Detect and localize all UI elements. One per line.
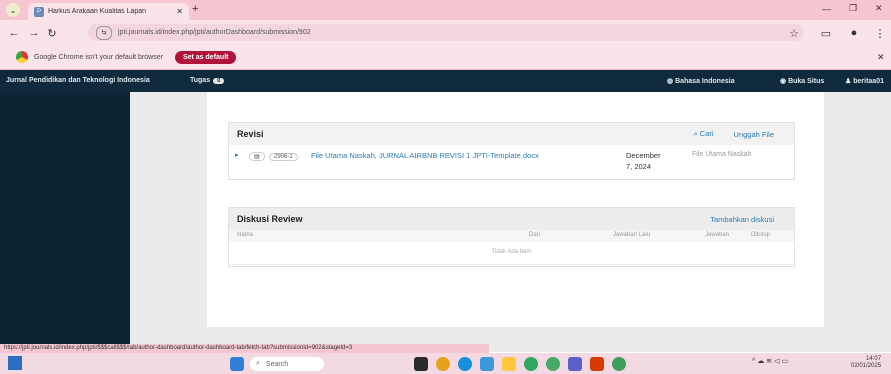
language-label: Bahasa Indonesia: [675, 78, 735, 85]
left-navigation: [0, 92, 130, 352]
close-tab-icon[interactable]: ✕: [176, 7, 183, 16]
globe-icon: ◍: [667, 78, 674, 85]
search-link[interactable]: ⌕ Cari: [693, 129, 713, 139]
expand-row-icon[interactable]: ▸: [235, 151, 239, 159]
file-date-month: December: [626, 151, 661, 160]
infobar-message: Google Chrome isn't your default browser: [34, 53, 163, 61]
reload-icon[interactable]: ↻: [44, 25, 60, 41]
site-favicon-icon: P: [34, 6, 44, 17]
new-tab-icon[interactable]: +: [192, 3, 198, 15]
maximize-icon[interactable]: ❐: [849, 3, 857, 14]
file-name-link[interactable]: File Utama Naskah, JURNAL AIRBNB REVISI …: [311, 151, 539, 160]
column-name: Nama: [237, 232, 254, 238]
search-icon: ⌕: [693, 129, 698, 138]
sidebar-icon[interactable]: ▭: [818, 25, 834, 41]
app-icon-3[interactable]: [590, 357, 604, 371]
revisions-grid: Revisi ⌕ Cari Unggah File ▸ ▤ 2906-1 Fil…: [228, 122, 795, 180]
user-menu[interactable]: ♟ beritaa01: [845, 77, 884, 85]
clock-time: 14:07: [866, 356, 882, 362]
file-id-chip: 2906-1: [269, 153, 298, 161]
whatsapp-icon[interactable]: [612, 357, 626, 371]
empty-message: Tidak Ada Item: [229, 242, 794, 265]
file-type-chip: ▤: [249, 152, 265, 161]
tab-search-icon[interactable]: ⌄: [6, 3, 20, 17]
revisions-header: Revisi ⌕ Cari Unggah File: [229, 123, 794, 145]
edge-icon[interactable]: [458, 357, 472, 371]
eye-icon: ◉: [780, 78, 787, 85]
app-icon-2[interactable]: [546, 357, 560, 371]
bookmark-star-icon[interactable]: ☆: [786, 25, 802, 41]
column-from: Dari: [529, 232, 541, 238]
review-discussion-grid: Diskusi Review Tambahkan diskusi Nama Da…: [228, 207, 795, 267]
forward-icon[interactable]: →: [26, 25, 42, 41]
discussion-header: Diskusi Review Tambahkan diskusi: [229, 208, 794, 230]
start-icon[interactable]: [230, 357, 244, 371]
taskbar-search-placeholder: Search: [265, 360, 289, 368]
upload-file-link[interactable]: Unggah File: [734, 130, 774, 139]
status-bar-url: https://jpti.journals.id/index.php/jpti/…: [0, 344, 489, 353]
store-icon[interactable]: [480, 357, 494, 371]
address-url[interactable]: jpti.journals.id/index.php/jpti/authorDa…: [118, 29, 311, 36]
discussion-title: Diskusi Review: [237, 214, 303, 224]
column-replies: Jawaban: [705, 232, 730, 238]
file-icon: ▤: [249, 151, 265, 161]
chrome-logo-icon: [16, 51, 28, 63]
tab-title: Harkus Arakaan Kualitas Lapan: [48, 8, 147, 15]
site-header: Jurnal Pendidikan dan Teknologi Indonesi…: [0, 70, 891, 92]
task-view-icon[interactable]: [414, 357, 428, 371]
clock-date: 02/01/2025: [851, 363, 882, 369]
file-type-label: File Utama Naskah: [692, 151, 752, 158]
column-last-reply: Jawaban Lalu: [613, 232, 651, 238]
default-browser-infobar: Google Chrome isn't your default browser…: [0, 45, 891, 70]
set-default-button[interactable]: Set as default: [174, 50, 237, 64]
tasks-count-badge: 0: [213, 78, 225, 84]
minimize-icon[interactable]: —: [822, 4, 831, 14]
file-explorer-icon[interactable]: [502, 357, 516, 371]
widgets-icon[interactable]: [8, 356, 22, 370]
column-closed: Ditutup: [751, 232, 771, 238]
menu-icon[interactable]: ⋮: [872, 25, 888, 41]
profile-icon[interactable]: ●: [846, 25, 862, 41]
revisions-title: Revisi: [237, 129, 264, 139]
discussion-columns: Nama Dari Jawaban Lalu Jawaban Ditutup: [229, 230, 794, 242]
file-row: ▸ ▤ 2906-1 File Utama Naskah, JURNAL AIR…: [229, 145, 794, 179]
close-window-icon[interactable]: ✕: [875, 3, 883, 14]
close-infobar-icon[interactable]: ✕: [877, 52, 885, 63]
system-tray[interactable]: ^ ☁ ≋ ◁ ▭: [752, 357, 788, 365]
taskbar-clock[interactable]: 14:07 02/01/2025: [851, 356, 881, 370]
chrome-taskbar-icon[interactable]: [524, 357, 538, 371]
user-icon: ♟: [845, 78, 852, 85]
user-label: beritaa01: [853, 78, 884, 85]
search-label: Cari: [699, 129, 714, 138]
view-site-label: Buka Situs: [788, 78, 825, 85]
tasks-label: Tugas: [190, 77, 211, 84]
journal-name[interactable]: Jurnal Pendidikan dan Teknologi Indonesi…: [6, 77, 150, 84]
address-bar[interactable]: ⇆ jpti.journals.id/index.php/jpti/author…: [88, 24, 804, 41]
site-info-icon[interactable]: ⇆: [96, 25, 112, 40]
teams-icon[interactable]: [568, 357, 582, 371]
app-icon-1[interactable]: [436, 357, 450, 371]
language-link[interactable]: ◍ Bahasa Indonesia: [667, 77, 735, 85]
browser-tab[interactable]: P Harkus Arakaan Kualitas Lapan ✕: [28, 3, 189, 20]
tasks-link[interactable]: Tugas 0: [190, 77, 225, 84]
view-site-link[interactable]: ◉ Buka Situs: [780, 77, 824, 85]
search-icon: ⌕: [256, 360, 260, 367]
taskbar-search[interactable]: ⌕ Search: [250, 357, 324, 371]
add-discussion-link[interactable]: Tambahkan diskusi: [710, 215, 774, 224]
back-icon[interactable]: ←: [6, 25, 22, 41]
file-date-day: 7, 2024: [626, 162, 652, 171]
